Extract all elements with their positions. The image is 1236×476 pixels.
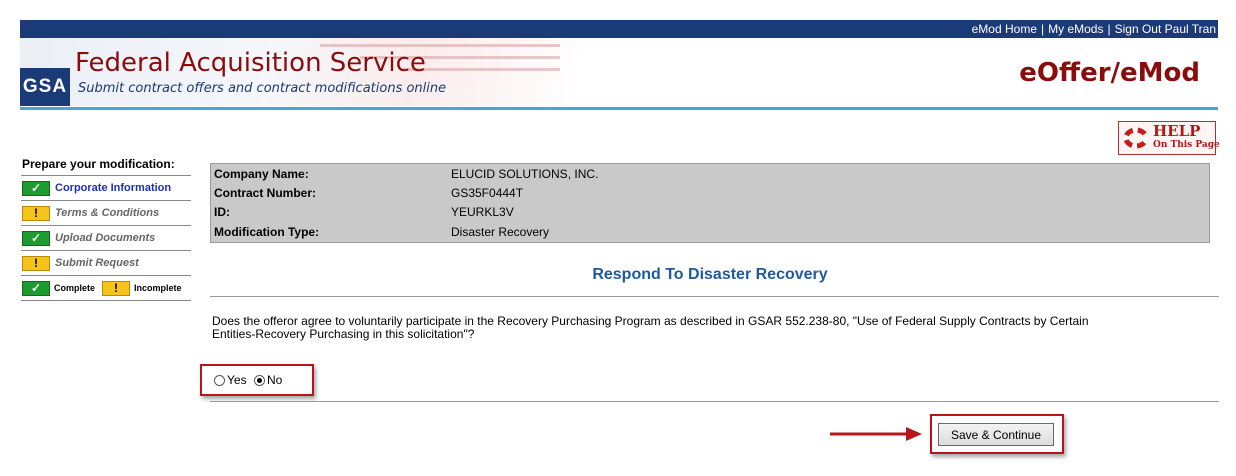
form-divider	[210, 401, 1219, 402]
arrow-right-icon	[830, 427, 922, 441]
status-legend: ✓ Complete ! Incomplete	[21, 275, 191, 301]
sidebar-item-label: Upload Documents	[55, 232, 156, 244]
nav-separator: |	[1107, 22, 1111, 36]
question-line: Entities-Recovery Purchasing in this sol…	[212, 327, 475, 341]
top-nav-links: eMod Home | My eMods | Sign Out Paul Tran	[972, 22, 1216, 36]
question-text: Does the offeror agree to voluntarily pa…	[212, 315, 1112, 341]
app-name: eOffer/eMod	[1019, 58, 1200, 88]
site-title: Federal Acquisition Service	[75, 48, 426, 78]
exclamation-icon: !	[102, 280, 131, 296]
exclamation-icon: !	[22, 205, 50, 221]
info-label: Company Name:	[214, 167, 309, 181]
radio-yes-label: Yes	[227, 373, 247, 387]
sidebar-item-corporate-information[interactable]: ✓ Corporate Information	[21, 175, 191, 200]
legend-incomplete-label: Incomplete	[134, 283, 182, 293]
check-icon: ✓	[22, 180, 50, 196]
help-on-this-page-button[interactable]: HELP On This Page	[1118, 121, 1220, 155]
info-value: Disaster Recovery	[451, 225, 550, 239]
radio-yes[interactable]	[214, 374, 225, 386]
top-nav-bar: eMod Home | My eMods | Sign Out Paul Tran	[20, 20, 1218, 38]
save-continue-button[interactable]: Save & Continue	[938, 423, 1054, 446]
sidebar-item-upload-documents: ✓ Upload Documents	[21, 225, 191, 250]
sidebar-item-label: Terms & Conditions	[55, 207, 160, 219]
check-icon: ✓	[22, 230, 50, 246]
info-value: ELUCID SOLUTIONS, INC.	[451, 167, 599, 181]
nav-separator: |	[1041, 22, 1045, 36]
sidebar-item-label[interactable]: Corporate Information	[55, 182, 171, 194]
info-value: YEURKL3V	[451, 205, 514, 219]
help-sublabel: On This Page	[1153, 140, 1220, 150]
save-highlight: Save & Continue	[930, 414, 1064, 454]
sidebar-item-terms-conditions: ! Terms & Conditions	[21, 200, 191, 225]
exclamation-icon: !	[22, 255, 50, 271]
site-header: GSA Federal Acquisition Service Submit c…	[20, 38, 1218, 106]
check-icon: ✓	[22, 280, 50, 296]
answer-radio-group: Yes No	[200, 364, 314, 396]
progress-sidebar: Prepare your modification: ✓ Corporate I…	[21, 157, 191, 301]
sidebar-title: Prepare your modification:	[22, 157, 175, 171]
info-label: ID:	[214, 205, 230, 219]
gsa-logo: GSA	[20, 68, 70, 106]
lifebuoy-icon	[1124, 127, 1148, 149]
radio-no[interactable]	[254, 374, 265, 386]
info-value: GS35F0444T	[451, 186, 524, 200]
radio-option-no[interactable]: No	[254, 373, 282, 387]
contract-info-box: Company Name: ELUCID SOLUTIONS, INC. Con…	[210, 163, 1210, 243]
info-label: Modification Type:	[214, 225, 320, 239]
legend-complete-label: Complete	[54, 283, 96, 293]
section-title: Respond To Disaster Recovery	[592, 266, 828, 283]
sidebar-item-label: Submit Request	[55, 257, 139, 269]
site-subtitle: Submit contract offers and contract modi…	[78, 81, 447, 96]
section-divider	[210, 296, 1219, 297]
radio-no-label: No	[267, 373, 283, 387]
help-label: HELP	[1153, 122, 1201, 140]
sidebar-item-submit-request: ! Submit Request	[21, 250, 191, 275]
my-emods-link[interactable]: My eMods	[1048, 22, 1103, 36]
emod-home-link[interactable]: eMod Home	[972, 22, 1037, 36]
radio-option-yes[interactable]: Yes	[214, 373, 247, 387]
sign-out-link[interactable]: Sign Out Paul Tran	[1115, 22, 1216, 36]
header-divider	[20, 107, 1218, 110]
info-label: Contract Number:	[214, 186, 317, 200]
flag-stripe	[320, 44, 560, 47]
